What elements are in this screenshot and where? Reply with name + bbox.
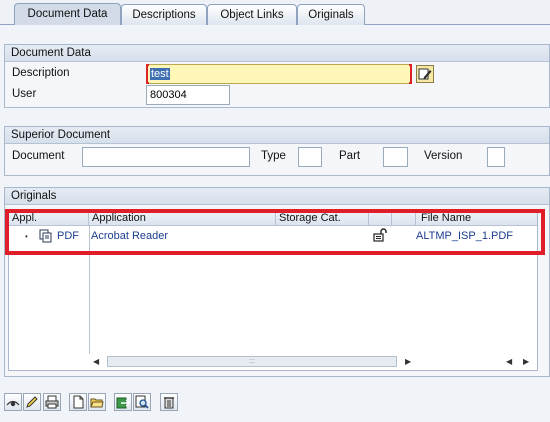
tab-label: Document Data [27,8,108,20]
change-icon [26,396,38,408]
version-label: Version [424,150,463,162]
tab-object-links[interactable]: Object Links [207,4,297,25]
change-button[interactable] [23,393,41,411]
new-original-button[interactable] [69,393,87,411]
scroll-right-icon[interactable]: ▶ [405,357,411,366]
scroll-thumb[interactable]: ::: [107,356,397,367]
delete-button[interactable] [160,393,178,411]
group-title: Superior Document [5,127,549,144]
find-button[interactable] [133,393,151,411]
new-original-icon [73,395,84,409]
scroll-thumb-grip: ::: [249,358,255,365]
tab-strip: Document Data Descriptions Object Links … [0,0,550,25]
required-marker-left [146,64,149,84]
delete-icon [164,397,174,409]
version-field[interactable] [487,147,505,167]
checkin-button[interactable] [114,393,132,411]
tab-originals[interactable]: Originals [297,4,365,25]
open-folder-button[interactable] [88,393,106,411]
pencil-icon [418,68,432,80]
scroll-left-end-icon[interactable]: ◀ [506,357,512,366]
find-icon [135,395,149,409]
group-title: Document Data [5,45,549,62]
required-marker-right [409,64,412,84]
type-label: Type [261,150,286,162]
user-label: User [12,88,37,100]
print-icon [45,395,59,409]
description-field[interactable]: test [146,64,412,84]
user-value: 800304 [150,89,187,101]
tab-label: Descriptions [132,9,196,21]
highlight-box [5,209,545,255]
document-field[interactable] [82,147,250,167]
display-button[interactable] [4,393,22,411]
tab-descriptions[interactable]: Descriptions [121,4,207,25]
edit-description-button[interactable] [416,65,434,83]
display-icon [6,400,20,407]
tab-document-data[interactable]: Document Data [14,3,121,25]
part-label: Part [339,150,361,162]
open-folder-icon [90,398,104,408]
checkin-icon [116,397,130,409]
description-label: Description [12,67,70,79]
type-field[interactable] [298,147,322,167]
horizontal-scrollbar[interactable]: ◀ ::: ▶ ◀ ▶ [89,354,537,370]
group-title: Originals [5,188,549,205]
scroll-left-icon[interactable]: ◀ [93,357,99,366]
tab-label: Object Links [220,9,284,21]
user-field[interactable]: 800304 [146,85,230,105]
document-label: Document [12,150,65,162]
scroll-right-end-icon[interactable]: ▶ [523,357,529,366]
print-button[interactable] [43,393,61,411]
description-value: test [150,68,170,80]
tab-label: Originals [308,9,354,21]
part-field[interactable] [383,147,408,167]
